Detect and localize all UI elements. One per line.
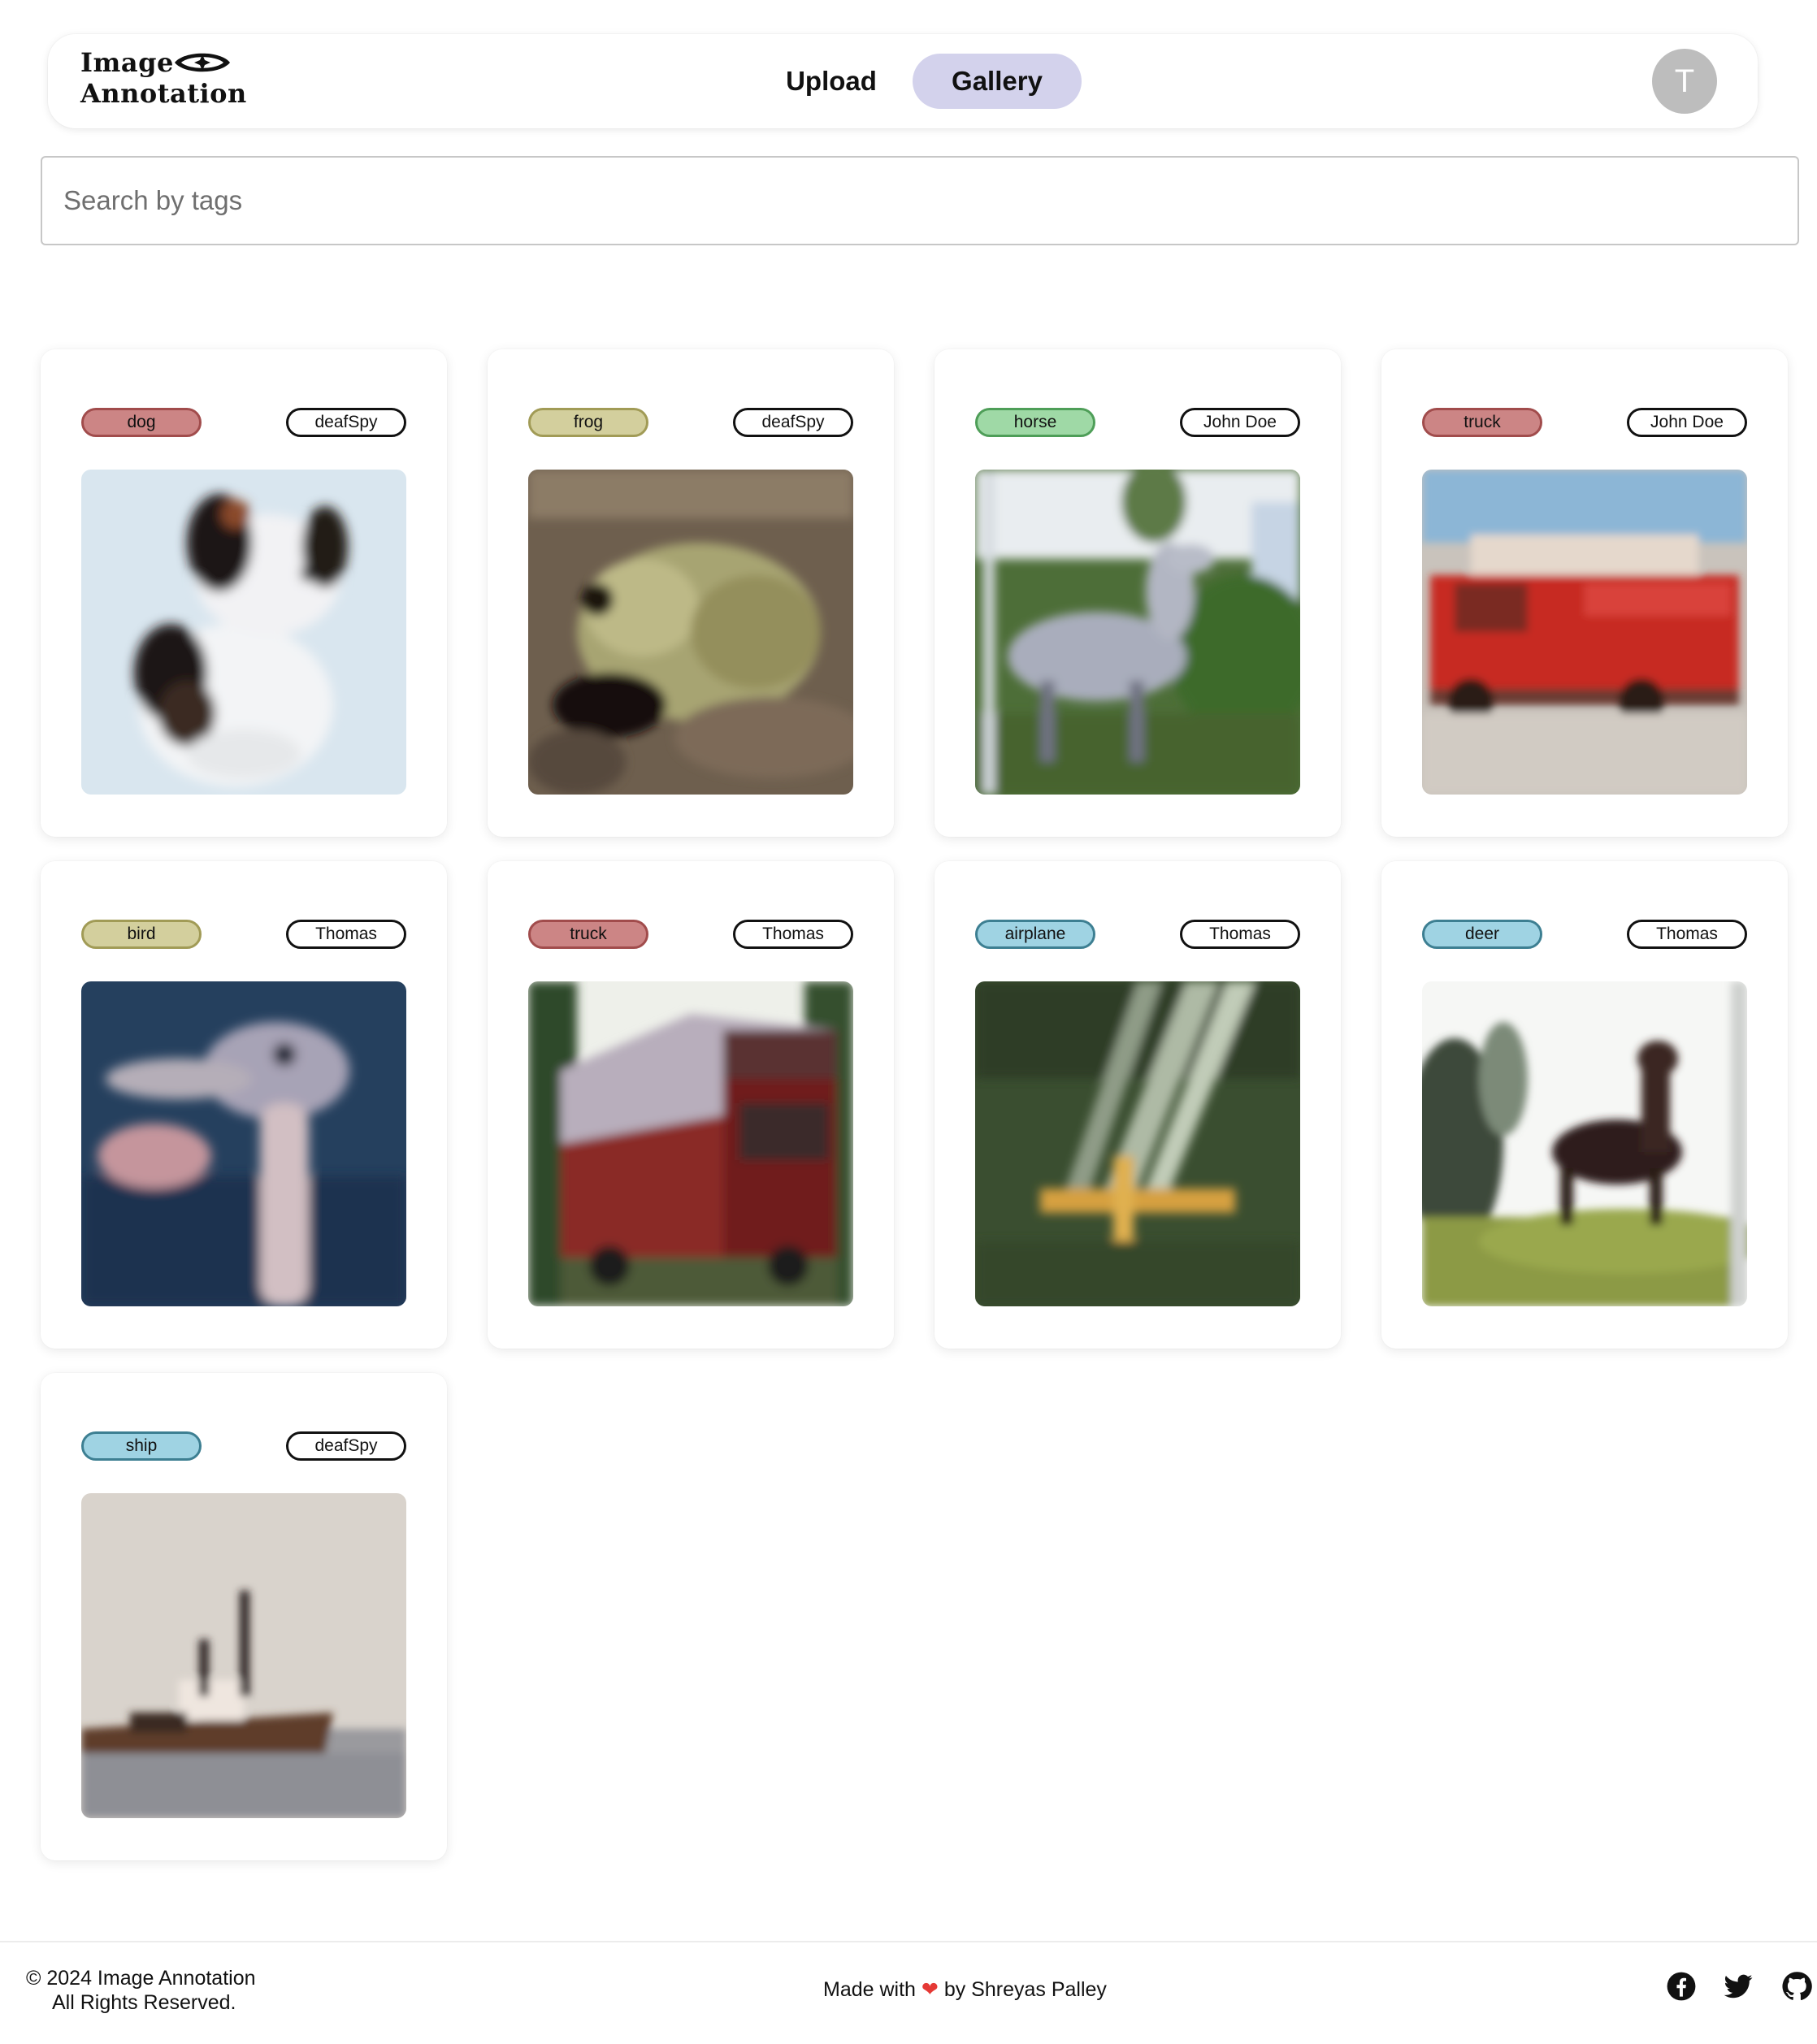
user-badge: deafSpy — [286, 408, 406, 437]
twitter-icon[interactable] — [1723, 1971, 1754, 2002]
github-icon[interactable] — [1781, 1971, 1812, 2002]
footer-copyright: © 2024 Image Annotation All Rights Reser… — [26, 1966, 256, 2015]
user-badge: Thomas — [1180, 920, 1300, 949]
user-badge: Thomas — [286, 920, 406, 949]
image-thumbnail-airplane[interactable] — [975, 981, 1300, 1306]
app-logo[interactable]: Image Annotation — [80, 47, 247, 115]
nav-gallery-link[interactable]: Gallery — [913, 54, 1082, 109]
tag-badge[interactable]: bird — [81, 920, 202, 949]
image-thumbnail-ship[interactable] — [81, 1493, 406, 1818]
logo-line-2: Annotation — [80, 78, 247, 109]
image-thumbnail-fire-truck[interactable] — [1422, 470, 1747, 795]
user-badge: deafSpy — [733, 408, 853, 437]
image-thumbnail-deer[interactable] — [1422, 981, 1747, 1306]
rights-text: All Rights Reserved. — [52, 1991, 236, 2014]
tag-badge[interactable]: airplane — [975, 920, 1095, 949]
gallery-card[interactable]: bird Thomas — [41, 861, 447, 1349]
author-text: by Shreyas Palley — [943, 1978, 1107, 2001]
gallery-card[interactable]: deer Thomas — [1381, 861, 1788, 1349]
image-thumbnail-bird[interactable] — [81, 981, 406, 1306]
user-avatar[interactable]: T — [1652, 49, 1717, 114]
gallery-card[interactable]: truck John Doe — [1381, 349, 1788, 837]
eye-sparkle-icon — [175, 53, 230, 72]
gallery-card[interactable]: truck Thomas — [488, 861, 894, 1349]
made-with-text: Made with — [823, 1978, 916, 2001]
tag-badge[interactable]: truck — [528, 920, 648, 949]
image-thumbnail-dog[interactable] — [81, 470, 406, 795]
search-tags-input[interactable] — [41, 156, 1799, 245]
facebook-icon[interactable] — [1666, 1971, 1697, 2002]
nav-upload-link[interactable]: Upload — [750, 54, 913, 109]
gallery-card[interactable]: horse John Doe — [935, 349, 1341, 837]
gallery-card[interactable]: dog deafSpy — [41, 349, 447, 837]
tag-badge[interactable]: truck — [1422, 408, 1542, 437]
copyright-text: © 2024 Image Annotation — [26, 1967, 256, 1990]
tag-badge[interactable]: dog — [81, 408, 202, 437]
user-badge: John Doe — [1627, 408, 1747, 437]
tag-badge[interactable]: deer — [1422, 920, 1542, 949]
tag-badge[interactable]: horse — [975, 408, 1095, 437]
heart-icon: ❤ — [921, 1978, 939, 2001]
user-badge: Thomas — [1627, 920, 1747, 949]
tag-badge[interactable]: frog — [528, 408, 648, 437]
tag-badge[interactable]: ship — [81, 1431, 202, 1461]
gallery-card[interactable]: airplane Thomas — [935, 861, 1341, 1349]
gallery-card[interactable]: ship deafSpy — [41, 1373, 447, 1860]
footer-divider — [0, 1941, 1817, 1942]
image-thumbnail-red-truck[interactable] — [528, 981, 853, 1306]
image-thumbnail-frog[interactable] — [528, 470, 853, 795]
user-badge: Thomas — [733, 920, 853, 949]
gallery-card[interactable]: frog deafSpy — [488, 349, 894, 837]
image-thumbnail-horse[interactable] — [975, 470, 1300, 795]
navbar: Image Annotation Upload Gallery T — [48, 34, 1758, 128]
user-badge: deafSpy — [286, 1431, 406, 1461]
user-badge: John Doe — [1180, 408, 1300, 437]
footer-credit: Made with ❤ by Shreyas Palley — [823, 1977, 1107, 2002]
